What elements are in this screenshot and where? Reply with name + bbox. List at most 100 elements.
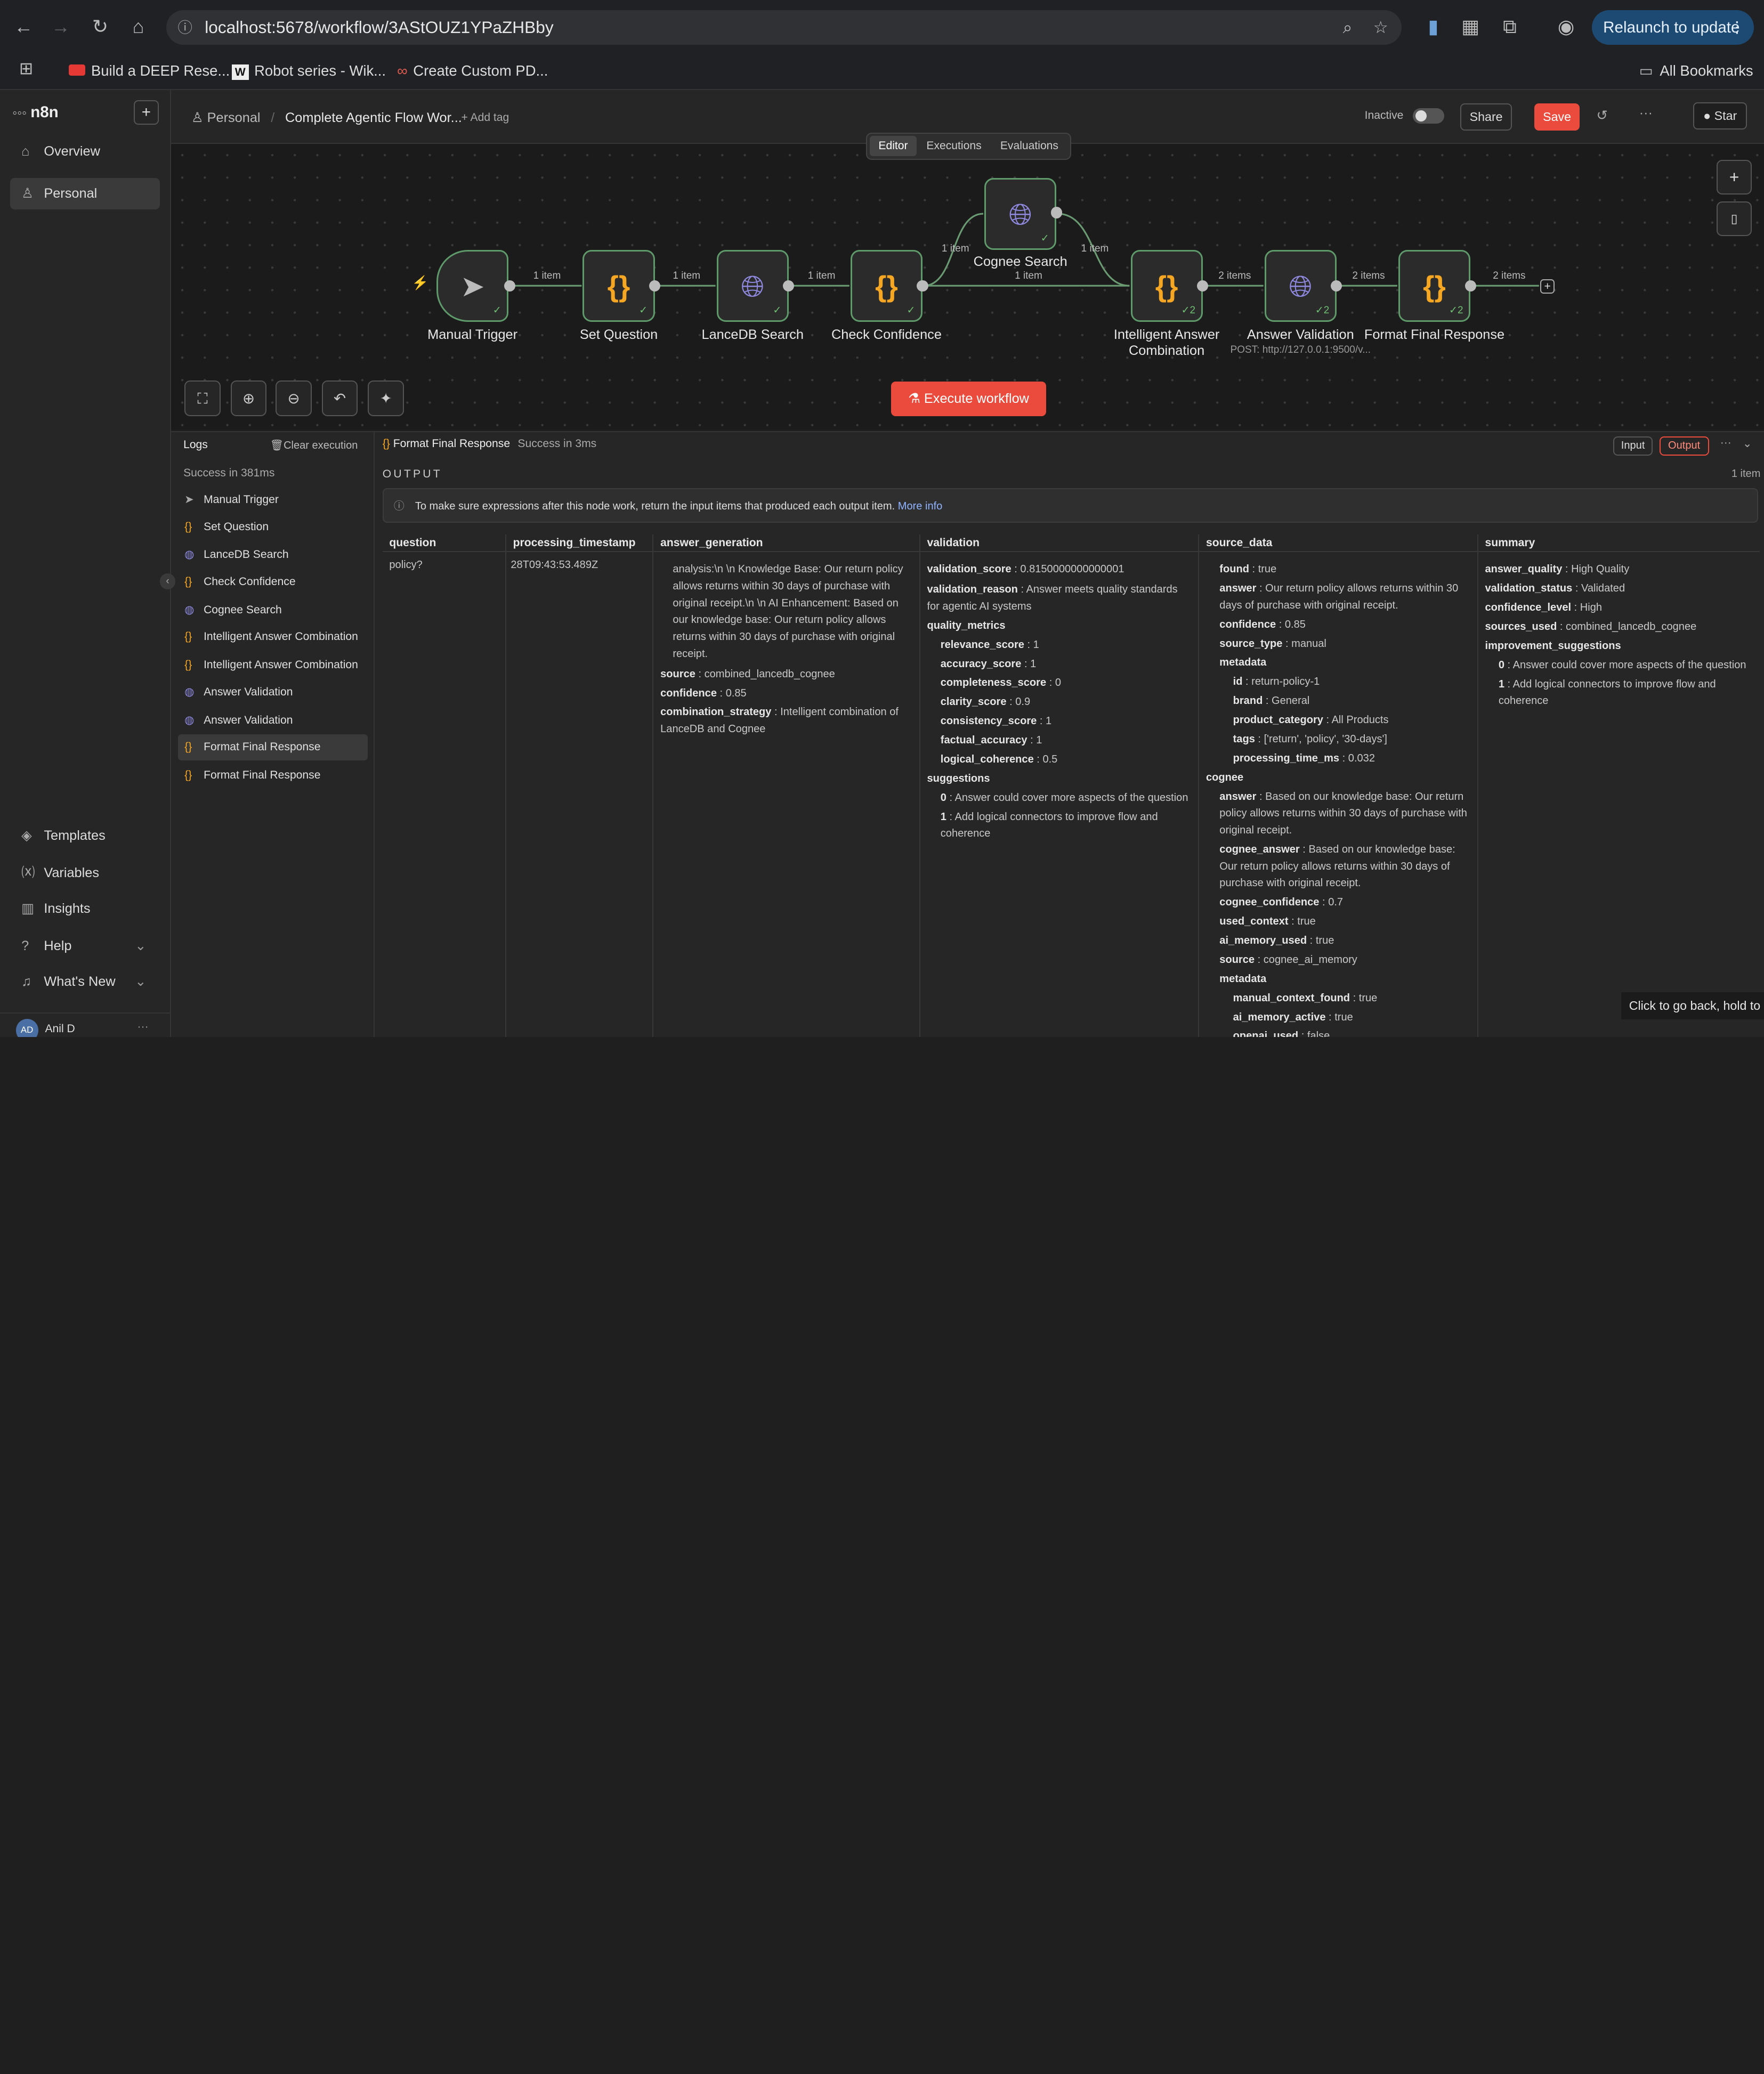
- output-handle[interactable]: [1464, 280, 1476, 291]
- log-item[interactable]: {} Set Question: [178, 514, 368, 540]
- value: combined_lancedb_cognee: [1566, 620, 1697, 633]
- log-item-label: Cognee Search: [204, 603, 282, 616]
- input-toggle-button[interactable]: Input: [1613, 436, 1653, 456]
- collapse-chevron-icon[interactable]: ‹: [159, 573, 176, 590]
- value: General: [1272, 695, 1310, 707]
- tidy-up-icon[interactable]: ✦: [368, 380, 404, 417]
- output-handle[interactable]: [783, 280, 795, 291]
- log-item[interactable]: ◍ Cognee Search: [178, 597, 368, 623]
- bell-icon: ♫: [21, 974, 32, 990]
- layers-icon: ◈: [21, 828, 32, 843]
- execute-workflow-button[interactable]: ⚗ Execute workflow: [891, 381, 1047, 417]
- more-icon[interactable]: ···: [137, 1020, 149, 1033]
- zoom-in-icon[interactable]: ⊕: [230, 380, 267, 417]
- user-menu[interactable]: AD Anil D ···: [0, 1012, 171, 1038]
- output-handle[interactable]: [917, 280, 928, 291]
- node-label: Intelligent Answer: [1113, 327, 1220, 343]
- bar-chart-icon: ▥: [21, 901, 35, 917]
- check-icon: ✓: [492, 305, 501, 317]
- globe-icon: ◍: [184, 714, 195, 726]
- node-format-final-response[interactable]: {} ✓2: [1398, 249, 1471, 322]
- output-toggle-button[interactable]: Output: [1659, 436, 1709, 456]
- value: Answer could cover more aspects of the q…: [1512, 659, 1746, 671]
- node-set-question[interactable]: {} ✓: [582, 249, 655, 322]
- value: combined_lancedb_cognee: [704, 668, 835, 680]
- output-handle[interactable]: [1197, 280, 1209, 291]
- check-icon: ✓: [1040, 233, 1049, 245]
- variable-icon: ⒳: [21, 865, 35, 880]
- column-validation: validation validation_score : 0.81500000…: [920, 534, 1200, 1038]
- fit-view-icon[interactable]: ⛶: [184, 380, 221, 417]
- node-label: LanceDB Search: [701, 327, 804, 343]
- node-lancedb-search[interactable]: 🌐︎ ✓: [716, 249, 789, 322]
- log-item-label: Format Final Response: [204, 769, 321, 782]
- log-item[interactable]: ➤ Manual Trigger: [178, 487, 368, 513]
- value: Add logical connectors to improve flow a…: [1498, 678, 1716, 707]
- check-icon: ✓2: [1181, 305, 1196, 317]
- value: 0.5: [1042, 754, 1058, 766]
- value: return-policy-1: [1251, 676, 1320, 688]
- info-notice: ⓘ To make sure expressions after this no…: [382, 488, 1759, 523]
- output-handle[interactable]: [504, 280, 515, 291]
- value: Add logical connectors to improve flow a…: [940, 811, 1158, 840]
- sidebar-item-insights[interactable]: ▥ Insights: [10, 893, 160, 925]
- log-item[interactable]: {} Intelligent Answer Combination: [178, 624, 368, 650]
- node-label: Combination: [1129, 343, 1205, 358]
- key: validation_reason: [927, 584, 1018, 596]
- chevron-down-icon[interactable]: ⌄: [1743, 436, 1752, 450]
- key: validation_score: [927, 563, 1012, 576]
- value: 0.8150000000000001: [1020, 563, 1124, 576]
- output-handle[interactable]: [1331, 280, 1342, 291]
- more-icon[interactable]: ···: [1720, 436, 1731, 449]
- sidebar-item-label: Insights: [44, 901, 91, 917]
- lightning-icon: ⚡: [411, 276, 429, 291]
- log-item[interactable]: {} Intelligent Answer Combination: [178, 652, 368, 678]
- cell-timestamp: 28T09:43:53.489Z: [506, 551, 653, 578]
- clear-execution-button[interactable]: 🗑︎Clear execution: [270, 439, 358, 452]
- clear-label: Clear execution: [284, 440, 358, 452]
- log-item[interactable]: ◍ Answer Validation: [178, 679, 368, 706]
- value: 0.9: [1015, 696, 1031, 708]
- value: 0.7: [1328, 896, 1344, 909]
- value: manual: [1291, 637, 1326, 650]
- node-manual-trigger[interactable]: ➤ ✓: [436, 249, 509, 322]
- key: consistency_score: [940, 715, 1037, 727]
- column-header: processing_timestamp: [513, 536, 636, 549]
- log-item-label: Format Final Response: [204, 741, 321, 754]
- zoom-out-icon[interactable]: ⊖: [276, 380, 312, 417]
- column-processing-timestamp: processing_timestamp 28T09:43:53.489Z: [506, 534, 654, 1038]
- column-source-data: source_data found : true answer : Our re…: [1199, 534, 1478, 1038]
- more-info-link[interactable]: More info: [898, 500, 943, 512]
- log-item-selected[interactable]: {} Format Final Response: [177, 734, 368, 760]
- output-handle[interactable]: [649, 280, 661, 291]
- log-item[interactable]: ◍ Answer Validation: [178, 708, 368, 734]
- value: 1: [1030, 658, 1037, 670]
- avatar: AD: [15, 1019, 38, 1038]
- column-header: summary: [1485, 536, 1535, 549]
- log-item-label: Check Confidence: [204, 576, 296, 588]
- output-handle[interactable]: [1050, 207, 1062, 218]
- log-item[interactable]: {} Format Final Response: [178, 763, 368, 789]
- info-icon: ⓘ: [393, 500, 404, 513]
- column-summary: summary answer_quality : High Quality va…: [1478, 534, 1760, 1038]
- sidebar-item-whats-new[interactable]: ♫ What's New ⌄: [10, 966, 160, 998]
- node-check-confidence[interactable]: {} ✓: [850, 249, 923, 322]
- chevron-down-icon: ⌄: [135, 938, 147, 953]
- undo-icon[interactable]: ↶: [321, 380, 358, 417]
- edge-label: 2 items: [1218, 270, 1251, 281]
- sidebar-item-variables[interactable]: ⒳ Variables: [10, 857, 160, 889]
- sidebar-item-help[interactable]: ? Help ⌄: [10, 930, 160, 962]
- help-icon: ?: [21, 938, 29, 953]
- logs-status: Success in 381ms: [183, 466, 275, 479]
- log-item[interactable]: {} Check Confidence: [178, 569, 368, 595]
- log-item-label: LanceDB Search: [204, 548, 289, 561]
- braces-icon: {}: [184, 741, 192, 754]
- value: 0.85: [725, 687, 747, 699]
- sidebar-item-templates[interactable]: ◈ Templates: [10, 820, 160, 852]
- add-next-node-button[interactable]: +: [1540, 279, 1555, 294]
- node-cognee-search[interactable]: 🌐︎ ✓: [984, 177, 1057, 250]
- node-intelligent-answer-combination[interactable]: {} ✓2: [1130, 249, 1203, 322]
- key: completeness_score: [940, 677, 1047, 689]
- log-item[interactable]: ◍ LanceDB Search: [178, 542, 368, 568]
- node-answer-validation[interactable]: 🌐︎ ✓2: [1264, 249, 1337, 322]
